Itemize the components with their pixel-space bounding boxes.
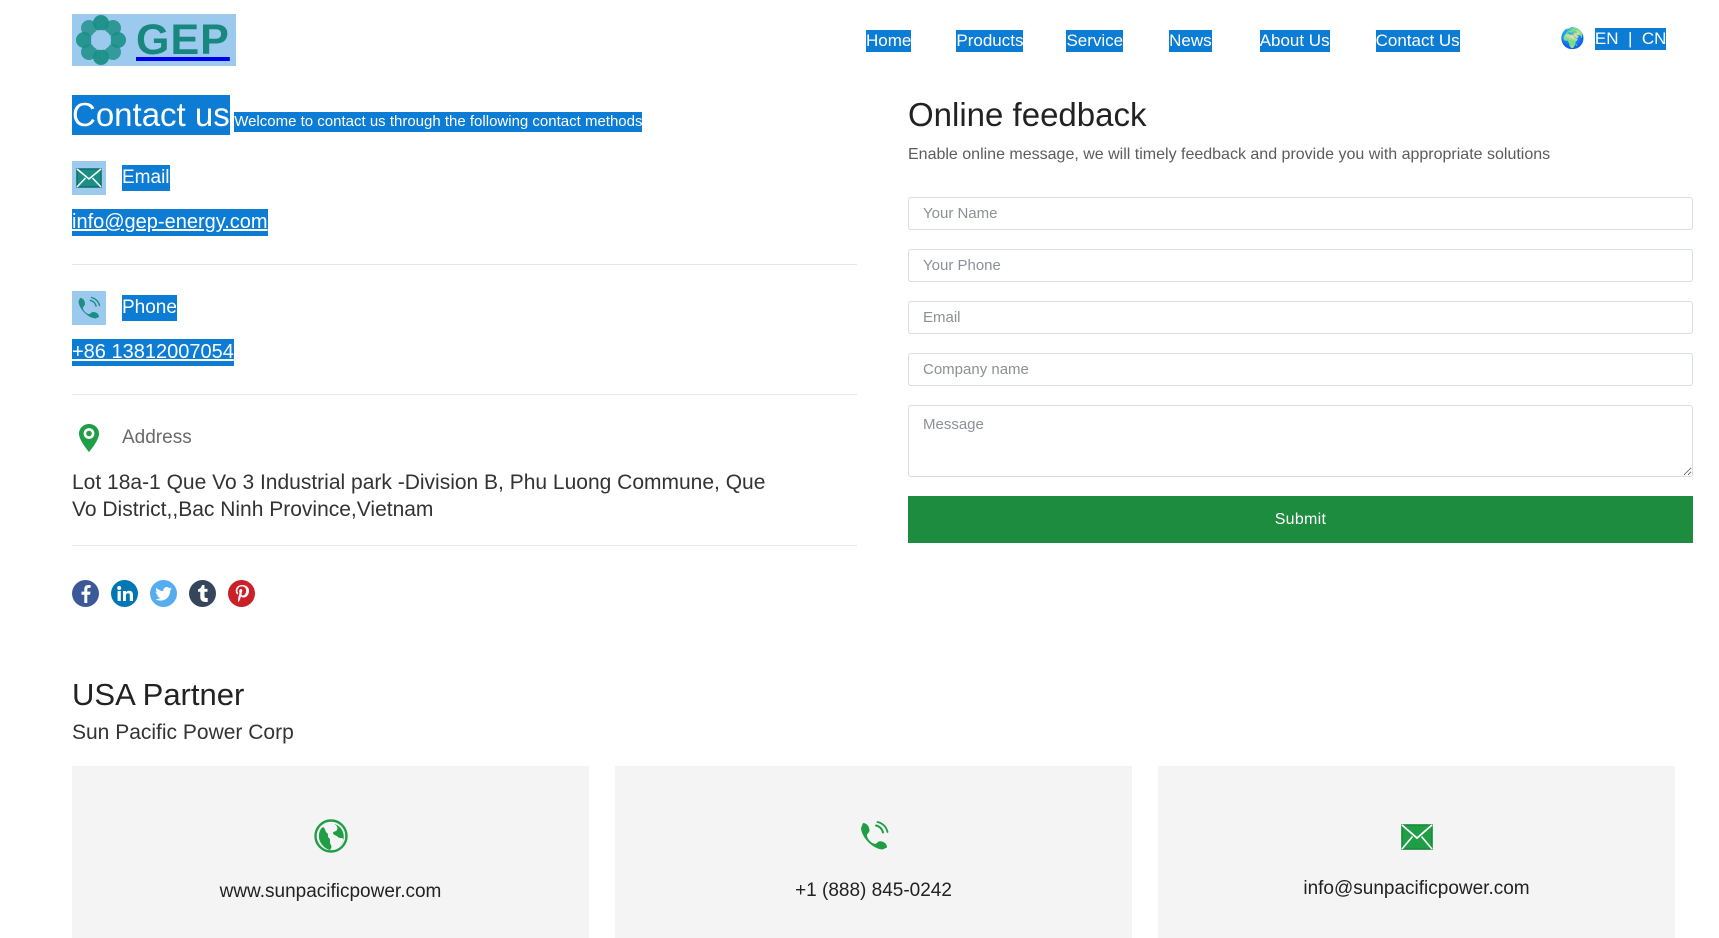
feedback-title: Online feedback: [908, 96, 1147, 133]
twitter-icon[interactable]: [150, 580, 177, 607]
contact-section: Contact us Welcome to contact us through…: [72, 95, 857, 607]
submit-button[interactable]: Submit: [908, 496, 1693, 543]
nav-item-news[interactable]: News: [1169, 30, 1212, 52]
contact-item-header: Email: [72, 161, 857, 195]
contact-label-phone: Phone: [122, 295, 177, 321]
contact-item-email: Email info@gep-energy.com: [72, 161, 857, 236]
contact-value-phone[interactable]: +86 13812007054: [72, 339, 234, 366]
partner-card-text: info@sunpacificpower.com: [1303, 878, 1530, 899]
facebook-icon[interactable]: [72, 580, 99, 607]
globe-icon: [313, 819, 348, 859]
nav-item-home[interactable]: Home: [866, 30, 912, 52]
map-pin-icon: [72, 421, 106, 455]
envelope-icon: [1400, 822, 1433, 856]
globe-icon-glyph: [313, 819, 348, 853]
page-root: GEP Home Products Service News About Us …: [0, 0, 1719, 938]
nav-item-service[interactable]: Service: [1066, 30, 1124, 52]
phone-icon: [72, 291, 106, 325]
company-input[interactable]: [908, 353, 1693, 386]
divider: [72, 545, 857, 546]
divider: [72, 264, 857, 265]
nav-item-about-us[interactable]: About Us: [1259, 30, 1330, 52]
contact-item-address: Address Lot 18a-1 Que Vo 3 Industrial pa…: [72, 421, 857, 523]
main-navigation: Home Products Service News About Us Cont…: [866, 30, 1460, 52]
contact-item-header: Phone: [72, 291, 857, 325]
contact-value-email[interactable]: info@gep-energy.com: [72, 209, 268, 236]
nav-item-contact-us[interactable]: Contact Us: [1375, 30, 1460, 52]
phone-input[interactable]: [908, 249, 1693, 282]
online-feedback-section: Online feedback Enable online message, w…: [908, 95, 1693, 543]
language-selected-value[interactable]: EN | CN: [1594, 28, 1667, 50]
usa-partner-cards: www.sunpacificpower.com +1 (888) 845-024…: [72, 766, 1675, 938]
page-subtitle: Welcome to contact us through the follow…: [234, 112, 643, 132]
partner-card-email[interactable]: info@sunpacificpower.com: [1158, 766, 1675, 938]
usa-partner-section: USA Partner Sun Pacific Power Corp: [72, 675, 1652, 749]
divider: [72, 394, 857, 395]
contact-item-phone: Phone +86 13812007054: [72, 291, 857, 366]
site-logo[interactable]: GEP: [72, 14, 236, 66]
social-links: [72, 580, 857, 607]
pinterest-icon[interactable]: [228, 580, 255, 607]
nav-item-products[interactable]: Products: [956, 30, 1024, 52]
envelope-icon: [72, 161, 106, 195]
phone-icon: [858, 820, 890, 858]
logo-text: GEP: [136, 15, 230, 64]
language-switcher[interactable]: 🌍 EN | CN: [1560, 28, 1667, 50]
partner-card-phone[interactable]: +1 (888) 845-0242: [615, 766, 1132, 938]
partner-card-website[interactable]: www.sunpacificpower.com: [72, 766, 589, 938]
tumblr-icon[interactable]: [189, 580, 216, 607]
globe-icon: 🌍: [1560, 28, 1585, 50]
linkedin-icon[interactable]: [111, 580, 138, 607]
map-pin-icon-glyph: [79, 424, 99, 452]
email-input[interactable]: [908, 301, 1693, 334]
contact-label-email: Email: [122, 165, 170, 191]
page-title: Contact us: [72, 95, 230, 135]
twitter-glyph: [155, 586, 172, 601]
tumblr-glyph: [197, 585, 208, 602]
contact-label-address: Address: [122, 427, 192, 448]
usa-partner-title: USA Partner: [72, 677, 245, 712]
site-header: GEP Home Products Service News About Us …: [0, 0, 1719, 88]
phone-icon-glyph: [860, 821, 888, 850]
contact-value-address: Lot 18a-1 Que Vo 3 Industrial park -Divi…: [72, 471, 766, 521]
partner-card-text: www.sunpacificpower.com: [219, 881, 442, 902]
envelope-icon-glyph: [76, 168, 102, 188]
gep-flower-logo-icon: [76, 15, 126, 65]
pinterest-glyph: [235, 584, 249, 602]
facebook-glyph: [81, 584, 91, 603]
phone-icon-glyph: [78, 296, 101, 319]
name-input[interactable]: [908, 197, 1693, 230]
linkedin-glyph: [116, 586, 133, 601]
feedback-subtitle: Enable online message, we will timely fe…: [908, 146, 1551, 163]
feedback-form: Submit: [908, 197, 1693, 543]
usa-partner-company: Sun Pacific Power Corp: [72, 721, 294, 744]
envelope-icon-glyph: [1400, 824, 1433, 850]
contact-item-header: Address: [72, 421, 857, 455]
message-textarea[interactable]: [908, 405, 1693, 477]
partner-card-text: +1 (888) 845-0242: [795, 880, 952, 901]
